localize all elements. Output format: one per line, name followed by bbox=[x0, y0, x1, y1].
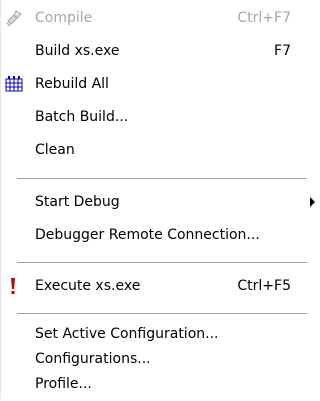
menu-item-label: Rebuild All bbox=[35, 76, 109, 92]
menu-item-start-debug[interactable]: Start Debug bbox=[1, 186, 317, 219]
compile-icon bbox=[5, 9, 23, 27]
menu-item-label: Start Debug bbox=[35, 194, 120, 210]
menu-item-compile[interactable]: Compile Ctrl+F7 bbox=[1, 2, 317, 35]
menu-item-clean[interactable]: Clean bbox=[1, 134, 317, 167]
menu-item-shortcut: Ctrl+F5 bbox=[237, 278, 291, 294]
menu-item-debugger-remote-connection[interactable]: Debugger Remote Connection... bbox=[1, 219, 317, 252]
menu-item-label: Batch Build... bbox=[35, 109, 129, 125]
menu-separator bbox=[17, 262, 307, 264]
menu-item-label: Configurations... bbox=[35, 351, 151, 367]
menu-item-build[interactable]: Build xs.exe F7 bbox=[1, 35, 317, 68]
rebuild-all-icon bbox=[5, 75, 23, 93]
menu-item-label: Set Active Configuration... bbox=[35, 326, 219, 342]
execute-icon bbox=[5, 277, 23, 295]
menu-separator bbox=[17, 313, 307, 315]
menu-item-label: Clean bbox=[35, 142, 75, 158]
menu-item-shortcut: Ctrl+F7 bbox=[237, 10, 291, 26]
build-menu: Compile Ctrl+F7 Build xs.exe F7 Rebuild … bbox=[0, 0, 316, 399]
menu-item-label: Profile... bbox=[35, 376, 92, 392]
menu-item-batch-build[interactable]: Batch Build... bbox=[1, 101, 317, 134]
submenu-arrow-icon bbox=[310, 197, 315, 207]
menu-item-profile[interactable]: Profile... bbox=[1, 368, 317, 401]
menu-separator bbox=[17, 178, 307, 180]
menu-item-execute[interactable]: Execute xs.exe Ctrl+F5 bbox=[1, 270, 317, 303]
menu-item-shortcut: F7 bbox=[274, 43, 291, 59]
menu-item-label: Execute xs.exe bbox=[35, 278, 141, 294]
menu-item-label: Compile bbox=[35, 10, 93, 26]
menu-item-rebuild-all[interactable]: Rebuild All bbox=[1, 68, 317, 101]
menu-item-label: Build xs.exe bbox=[35, 43, 120, 59]
menu-item-label: Debugger Remote Connection... bbox=[35, 227, 260, 243]
